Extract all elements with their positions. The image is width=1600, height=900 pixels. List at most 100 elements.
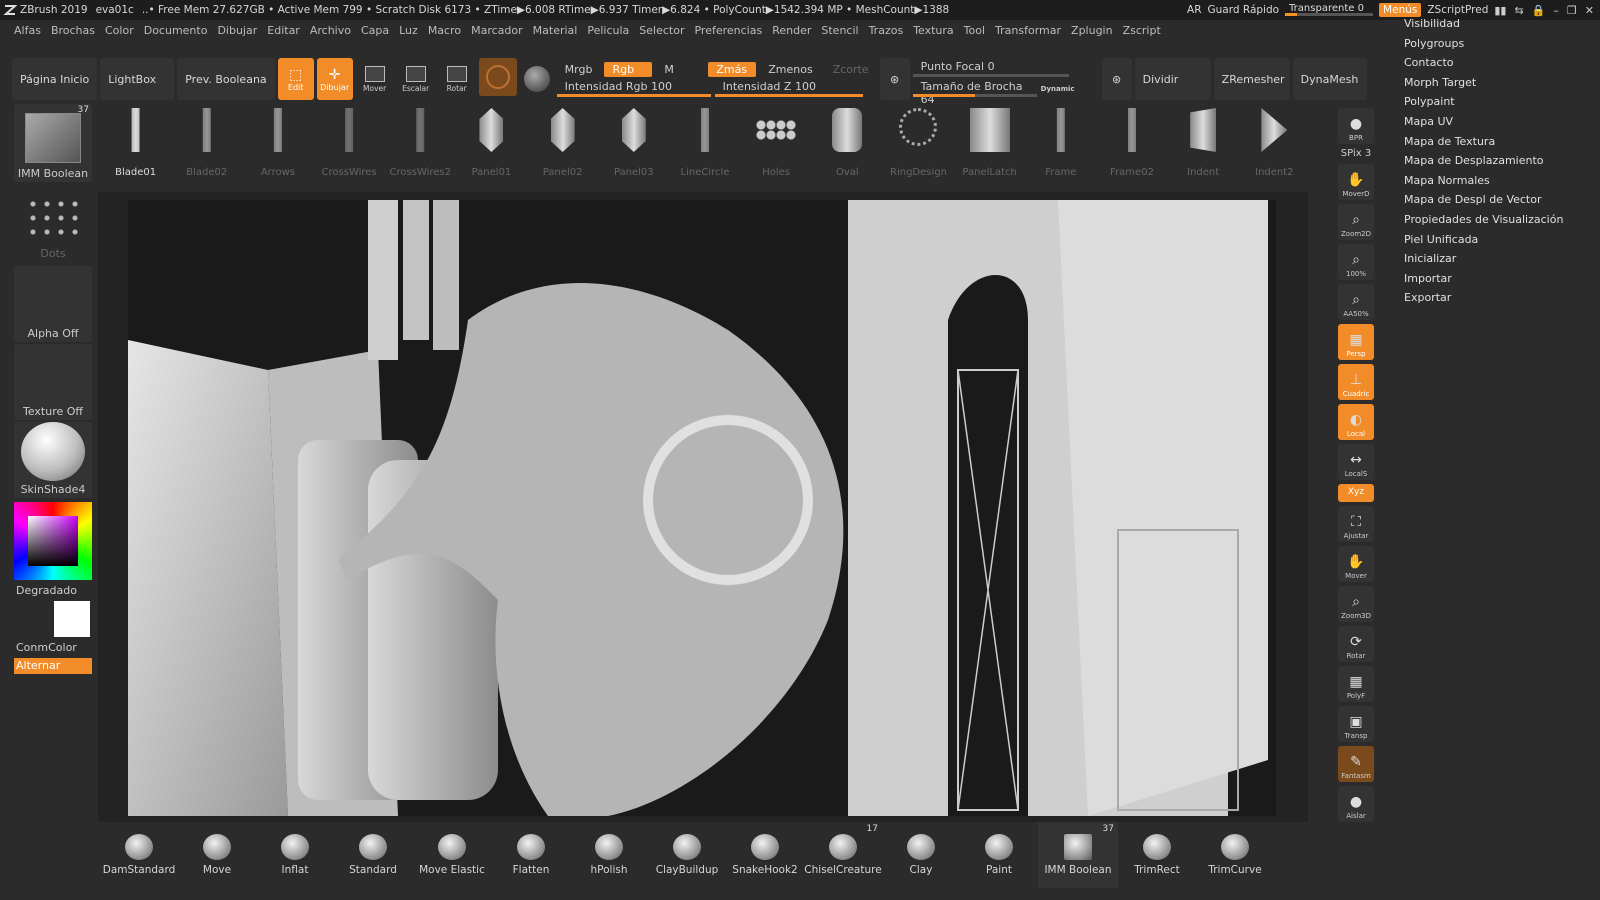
local-button[interactable]: ◐ Local <box>1338 404 1374 440</box>
texture-thumb[interactable]: Texture Off <box>14 344 92 420</box>
brush-item[interactable]: TrimRect <box>1118 822 1196 888</box>
transparent-slider[interactable]: Transparente 0 <box>1285 3 1374 17</box>
m-toggle[interactable]: M <box>656 62 704 77</box>
material-selector[interactable] <box>478 58 517 96</box>
zsub-toggle[interactable]: Zmenos <box>760 62 820 77</box>
secondary-color-swatch[interactable] <box>54 601 90 637</box>
tool-item[interactable]: Panel02 <box>527 104 598 180</box>
menu-item[interactable]: Editar <box>267 24 300 37</box>
quicksave-button[interactable]: Guard Rápido <box>1208 4 1280 16</box>
menu-item[interactable]: Zscript <box>1123 24 1161 37</box>
lightbox-button[interactable]: LightBox <box>100 58 175 100</box>
subpalette-visibility[interactable]: Visibilidad <box>1404 14 1600 34</box>
brush-item[interactable]: TrimCurve <box>1196 822 1274 888</box>
z-intensity-slider[interactable]: Intensidad Z 100 <box>714 80 863 98</box>
xyz-button[interactable]: Xyz <box>1338 484 1374 502</box>
subpalette-import[interactable]: Importar <box>1404 269 1600 289</box>
menu-item[interactable]: Macro <box>428 24 461 37</box>
brush-item[interactable]: SnakeHook2 <box>726 822 804 888</box>
brush-item[interactable]: Clay <box>882 822 960 888</box>
scale-button[interactable]: Escalar <box>397 58 435 100</box>
menu-item[interactable]: Material <box>533 24 578 37</box>
tool-item[interactable]: CrossWires2 <box>385 104 456 180</box>
frame-button[interactable]: ⛶ Ajustar <box>1338 506 1374 542</box>
menu-item[interactable]: Dibujar <box>217 24 257 37</box>
tool-item[interactable]: Panel01 <box>456 104 527 180</box>
brush-item[interactable]: Inflat <box>256 822 334 888</box>
brush-item[interactable]: Flatten <box>492 822 570 888</box>
stroke-thumb[interactable]: Dots <box>14 186 92 262</box>
mrgb-toggle[interactable]: Mrgb <box>557 62 601 77</box>
draw-button[interactable]: ✛ Dibujar <box>316 58 353 100</box>
brush-item[interactable]: 37 IMM Boolean <box>1038 822 1118 888</box>
stroke-d-icon[interactable]: ⊛ <box>1101 58 1132 100</box>
menu-item[interactable]: Render <box>772 24 811 37</box>
edit-button[interactable]: ⬚ Edit <box>277 58 314 100</box>
brush-item[interactable]: Move <box>178 822 256 888</box>
tool-item[interactable]: Blade01 <box>100 104 171 180</box>
brush-item[interactable]: 17 ChiselCreature <box>804 822 882 888</box>
menu-item[interactable]: Documento <box>144 24 208 37</box>
antialias-button[interactable]: ⌕ AA50% <box>1338 284 1374 320</box>
scroll-button[interactable]: ✋ MoverD <box>1338 164 1374 200</box>
tool-item[interactable]: Frame <box>1025 104 1096 180</box>
menu-item[interactable]: Capa <box>361 24 389 37</box>
subpalette-initialize[interactable]: Inicializar <box>1404 249 1600 269</box>
rotate-view-button[interactable]: ⟳ Rotar <box>1338 626 1374 662</box>
subpalette-polygroups[interactable]: Polygroups <box>1404 34 1600 54</box>
subpalette-normal-map[interactable]: Mapa Normales <box>1404 171 1600 191</box>
brush-item[interactable]: Move Elastic <box>412 822 492 888</box>
solo-button[interactable]: ● Aislar <box>1338 786 1374 822</box>
boolean-preview-button[interactable]: Prev. Booleana <box>177 58 275 100</box>
tool-item[interactable]: CrossWires <box>314 104 385 180</box>
dynamesh-button[interactable]: DynaMesh <box>1292 58 1367 100</box>
ar-button[interactable]: AR <box>1187 4 1201 16</box>
subpalette-polypaint[interactable]: Polypaint <box>1404 92 1600 112</box>
menu-item[interactable]: Color <box>105 24 134 37</box>
brush-item[interactable]: ClayBuildup <box>648 822 726 888</box>
material-thumb[interactable]: SkinShade4 <box>14 422 92 498</box>
move-button[interactable]: Mover <box>356 58 394 100</box>
subpalette-displacement-map[interactable]: Mapa de Desplazamiento <box>1404 151 1600 171</box>
persp-button[interactable]: ▦ Persp <box>1338 324 1374 360</box>
color-sphere-icon[interactable] <box>523 66 550 92</box>
tool-item[interactable]: RingDesign <box>883 104 954 180</box>
floor-button[interactable]: ⊥ Cuadric <box>1338 364 1374 400</box>
brush-size-slider[interactable]: Tamaño de Brocha 64 <box>912 80 1037 106</box>
viewport-canvas[interactable] <box>128 200 1276 816</box>
subpalette-uv-map[interactable]: Mapa UV <box>1404 112 1600 132</box>
menu-item[interactable]: Archivo <box>310 24 351 37</box>
brush-item[interactable]: hPolish <box>570 822 648 888</box>
zcut-toggle[interactable]: Zcorte <box>825 62 877 77</box>
actual-size-button[interactable]: ⌕ 100% <box>1338 244 1374 280</box>
divide-button[interactable]: Dividir <box>1134 58 1211 100</box>
menu-item[interactable]: Preferencias <box>694 24 762 37</box>
subpalette-unified-skin[interactable]: Piel Unificada <box>1404 230 1600 250</box>
menu-item[interactable]: Pelicula <box>587 24 629 37</box>
tool-item[interactable]: LineCircle <box>669 104 740 180</box>
subpalette-display-properties[interactable]: Propiedades de Visualización <box>1404 210 1600 230</box>
zremesher-button[interactable]: ZRemesher <box>1213 58 1290 100</box>
tool-item[interactable]: Arrows <box>242 104 313 180</box>
subpalette-texture-map[interactable]: Mapa de Textura <box>1404 132 1600 152</box>
local-symmetry-button[interactable]: ↔ LocalS <box>1338 444 1374 480</box>
menu-item[interactable]: Selector <box>639 24 684 37</box>
tool-item[interactable]: Blade02 <box>171 104 242 180</box>
tool-item[interactable]: Oval <box>812 104 883 180</box>
rotate-button[interactable]: Rotar <box>438 58 476 100</box>
current-tool-thumb[interactable]: 37 IMM Boolean <box>14 104 92 182</box>
tool-item[interactable]: Frame02 <box>1096 104 1167 180</box>
stroke-s-icon[interactable]: ⊛ <box>879 58 910 100</box>
tool-item[interactable]: Indent <box>1168 104 1239 180</box>
polyframe-button[interactable]: ▦ PolyF <box>1338 666 1374 702</box>
menu-item[interactable]: Zplugin <box>1071 24 1113 37</box>
bpr-button[interactable]: ● BPR <box>1338 108 1374 144</box>
home-page-button[interactable]: Página Inicio <box>12 58 98 100</box>
tool-item[interactable]: Holes <box>741 104 812 180</box>
tool-item[interactable]: Indent2 <box>1239 104 1310 180</box>
rgb-toggle[interactable]: Rgb <box>604 61 653 77</box>
menu-item[interactable]: Tool <box>964 24 985 37</box>
subpalette-contact[interactable]: Contacto <box>1404 53 1600 73</box>
transp-button[interactable]: ▣ Transp <box>1338 706 1374 742</box>
menu-item[interactable]: Textura <box>913 24 953 37</box>
